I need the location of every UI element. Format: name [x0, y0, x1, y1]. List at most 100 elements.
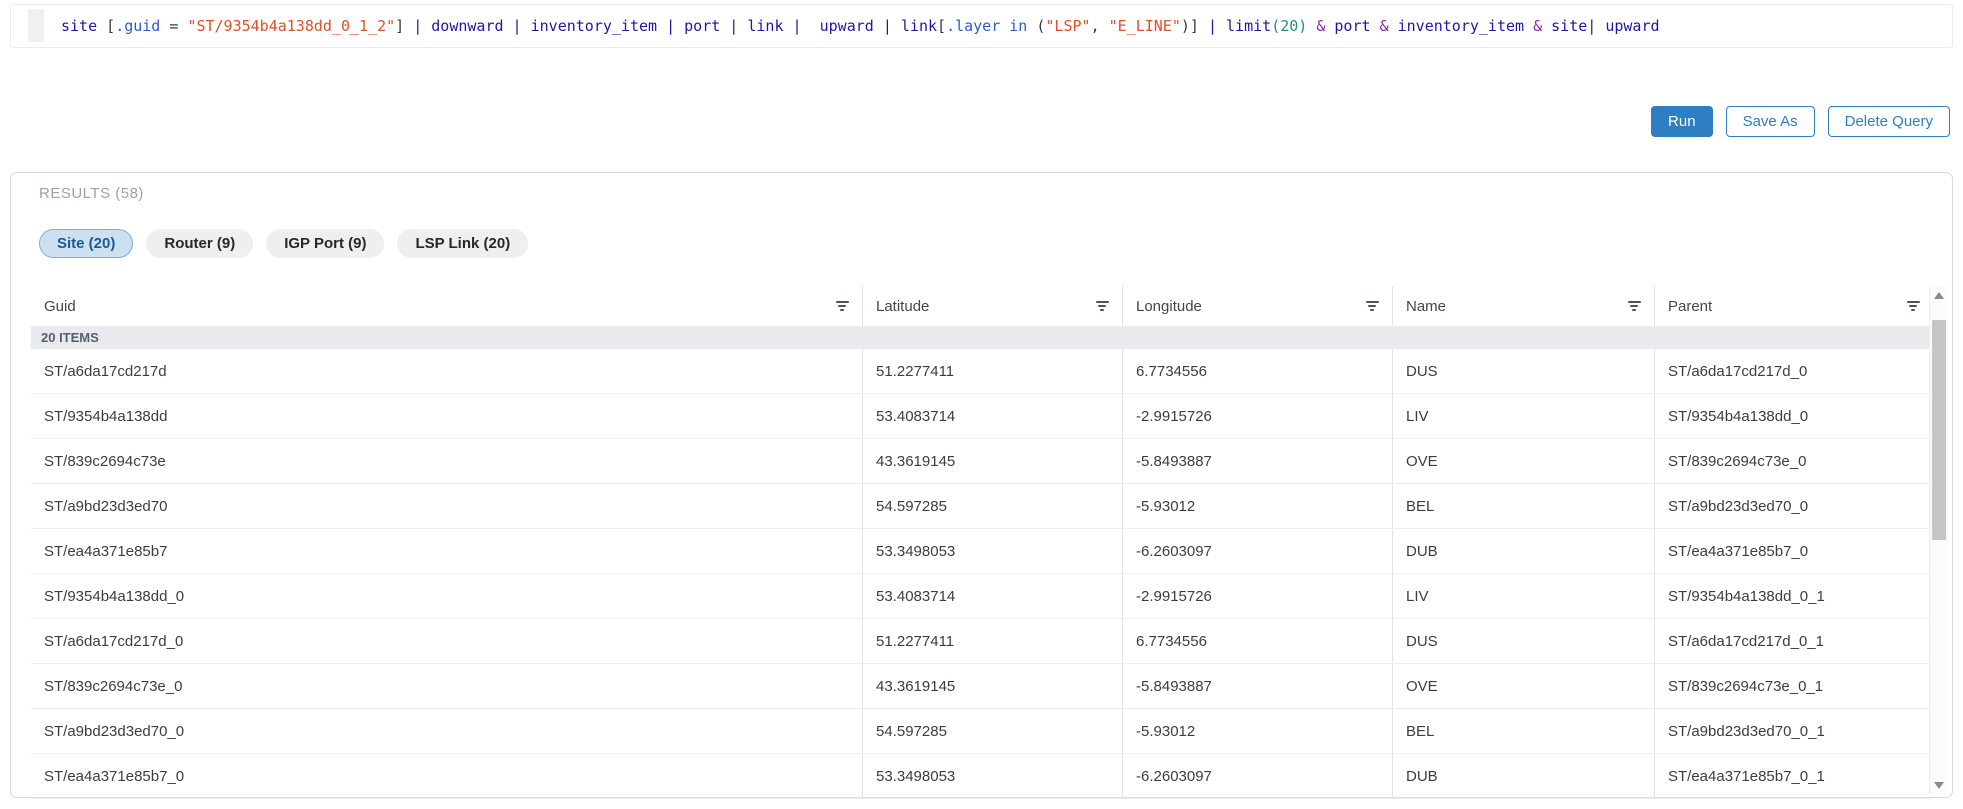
cell-parent: ST/a6da17cd217d_0_1 [1654, 619, 1933, 663]
query-token: & [1379, 17, 1389, 35]
table-row[interactable]: ST/a6da17cd217d_0 51.2277411 6.7734556 DUS S… [31, 619, 1933, 664]
query-token [1524, 17, 1533, 35]
column-header-guid[interactable]: Guid [31, 286, 862, 326]
cell-guid: ST/a6da17cd217d [44, 362, 167, 380]
cell-name: DUB [1392, 529, 1654, 573]
query-token: site [1551, 17, 1588, 35]
cell-parent: ST/839c2694c73e_0_1 [1654, 664, 1933, 708]
cell-latitude: 43.3619145 [862, 664, 1122, 708]
cell-parent: ST/ea4a371e85b7_0 [1654, 529, 1933, 573]
results-table: Guid Latitude Longitude Name Parent 20 ITEMS… [31, 286, 1933, 799]
query-token [1307, 17, 1316, 35]
cell-name: OVE [1392, 664, 1654, 708]
query-token: port [684, 17, 721, 35]
query-token: link [900, 17, 938, 35]
table-row[interactable]: ST/9354b4a138dd_0 53.4083714 -2.9915726 LIV… [31, 574, 1933, 619]
query-token: | [1198, 17, 1227, 35]
results-title: RESULTS (58) [39, 185, 144, 202]
cell-longitude: -5.93012 [1122, 484, 1392, 528]
tab-router-9[interactable]: Router (9) [146, 229, 254, 258]
cell-longitude: -5.8493887 [1122, 664, 1392, 708]
cell-parent: ST/a9bd23d3ed70_0_1 [1654, 709, 1933, 753]
cell-name: LIV [1392, 574, 1654, 618]
tab-lsp-link-20[interactable]: LSP Link (20) [397, 229, 529, 258]
vertical-scrollbar[interactable] [1929, 286, 1948, 794]
arrow-down-icon [1934, 781, 1944, 789]
column-header-parent[interactable]: Parent [1654, 286, 1933, 326]
cell-parent: ST/9354b4a138dd_0 [1654, 394, 1933, 438]
column-header-label: Latitude [876, 297, 930, 315]
query-token: .guid [115, 17, 161, 35]
query-token: | [503, 17, 531, 35]
query-token [1371, 17, 1380, 35]
table-row[interactable]: ST/9354b4a138dd 53.4083714 -2.9915726 LIV ST… [31, 394, 1933, 439]
cell-latitude: 54.597285 [862, 484, 1122, 528]
cell-guid: ST/839c2694c73e [44, 452, 166, 470]
query-token: | [783, 17, 820, 35]
query-token: [ [106, 17, 116, 35]
cell-latitude: 53.3498053 [862, 529, 1122, 573]
cell-parent: ST/a6da17cd217d_0 [1654, 349, 1933, 393]
cell-name: DUB [1392, 754, 1654, 798]
cell-name: BEL [1392, 709, 1654, 753]
tab-site-20[interactable]: Site (20) [39, 229, 134, 258]
table-row[interactable]: ST/839c2694c73e 43.3619145 -5.8493887 OVE ST… [31, 439, 1933, 484]
query-token: [ [937, 17, 947, 35]
query-token: | [1587, 17, 1606, 35]
tab-igp-port-9[interactable]: IGP Port (9) [266, 229, 385, 258]
cell-latitude: 43.3619145 [862, 439, 1122, 483]
cell-longitude: -5.93012 [1122, 709, 1392, 753]
cell-guid: ST/a6da17cd217d_0 [44, 632, 184, 650]
filter-icon[interactable] [1906, 301, 1920, 311]
query-token: ) [1298, 17, 1308, 35]
scroll-down-button[interactable] [1930, 776, 1948, 794]
cell-parent: ST/9354b4a138dd_0_1 [1654, 574, 1933, 618]
filter-icon[interactable] [835, 301, 849, 311]
filter-icon[interactable] [1365, 301, 1379, 311]
query-editor-gutter [28, 9, 44, 42]
cell-guid: ST/9354b4a138dd_0 [44, 587, 185, 605]
run-button[interactable]: Run [1651, 106, 1713, 137]
column-header-label: Parent [1668, 297, 1713, 315]
query-token: upward [819, 17, 874, 35]
cell-guid: ST/839c2694c73e_0 [44, 677, 183, 695]
cell-longitude: -2.9915726 [1122, 574, 1392, 618]
query-token: ) [1180, 17, 1190, 35]
cell-latitude: 51.2277411 [862, 349, 1122, 393]
group-header-row: 20 ITEMS [31, 326, 1933, 349]
column-header-name[interactable]: Name [1392, 286, 1654, 326]
table-row[interactable]: ST/a6da17cd217d 51.2277411 6.7734556 DUS ST/… [31, 349, 1933, 394]
column-header-label: Longitude [1136, 297, 1202, 315]
table-header-row: Guid Latitude Longitude Name Parent [31, 286, 1933, 326]
query-text[interactable]: site [.guid = "ST/9354b4a138dd_0_1_2"] |… [61, 15, 1660, 37]
cell-latitude: 53.4083714 [862, 394, 1122, 438]
arrow-up-icon [1934, 291, 1944, 299]
scroll-up-button[interactable] [1930, 286, 1948, 304]
column-header-latitude[interactable]: Latitude [862, 286, 1122, 326]
table-row[interactable]: ST/a9bd23d3ed70 54.597285 -5.93012 BEL ST/a9… [31, 484, 1933, 529]
cell-guid: ST/9354b4a138dd [44, 407, 168, 425]
cell-name: BEL [1392, 484, 1654, 528]
query-token: | [720, 17, 748, 35]
query-token: = [160, 17, 188, 35]
column-header-longitude[interactable]: Longitude [1122, 286, 1392, 326]
query-editor[interactable]: site [.guid = "ST/9354b4a138dd_0_1_2"] |… [10, 4, 1953, 48]
save-as-button[interactable]: Save As [1725, 106, 1815, 137]
table-row[interactable]: ST/839c2694c73e_0 43.3619145 -5.8493887 OVE… [31, 664, 1933, 709]
query-token: "E_LINE" [1108, 17, 1181, 35]
table-body: ST/a6da17cd217d 51.2277411 6.7734556 DUS ST/… [31, 349, 1933, 799]
table-row[interactable]: ST/a9bd23d3ed70_0 54.597285 -5.93012 BEL ST/… [31, 709, 1933, 754]
filter-icon[interactable] [1627, 301, 1641, 311]
query-token: 20 [1280, 17, 1299, 35]
cell-longitude: -2.9915726 [1122, 394, 1392, 438]
table-row[interactable]: ST/ea4a371e85b7_0 53.3498053 -6.2603097 DUB… [31, 754, 1933, 799]
scrollbar-thumb[interactable] [1932, 320, 1946, 540]
result-type-tabs: Site (20) Router (9) IGP Port (9) LSP Link … [39, 229, 529, 258]
query-token: downward [431, 17, 504, 35]
table-row[interactable]: ST/ea4a371e85b7 53.3498053 -6.2603097 DUB ST… [31, 529, 1933, 574]
cell-longitude: 6.7734556 [1122, 349, 1392, 393]
query-token [1389, 17, 1398, 35]
filter-icon[interactable] [1095, 301, 1109, 311]
cell-name: DUS [1392, 619, 1654, 663]
delete-query-button[interactable]: Delete Query [1827, 106, 1950, 137]
